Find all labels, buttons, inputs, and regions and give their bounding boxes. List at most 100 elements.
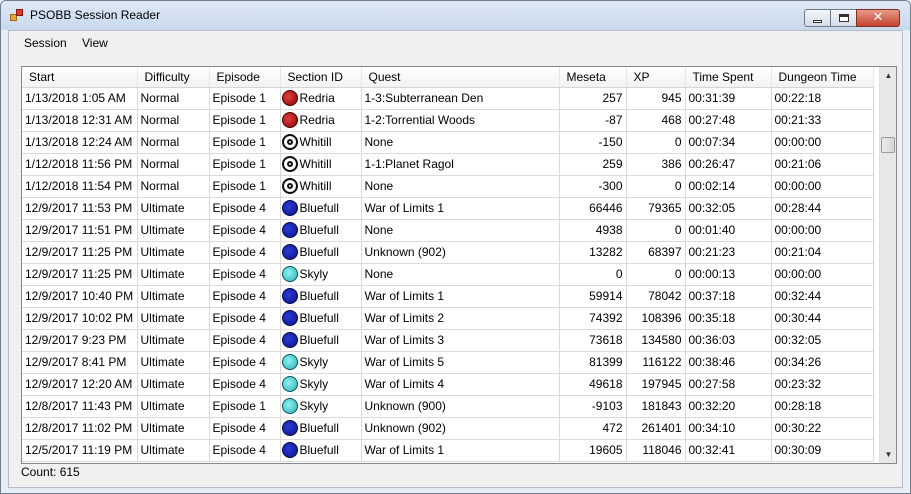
cell-meseta: 73618 (559, 329, 627, 352)
cell-xp: 118046 (626, 439, 686, 462)
section-id-icon (281, 288, 298, 304)
cell-section-id: Redria (280, 109, 362, 132)
section-id-label: Whitill (299, 157, 332, 171)
cell-dungeon-time: 00:32:44 (771, 285, 874, 308)
column-header-start[interactable]: Start (22, 67, 138, 88)
cell-dungeon-time: 00:34:26 (771, 351, 874, 374)
cell-quest: War of Limits 4 (361, 373, 560, 396)
app-icon[interactable] (10, 9, 24, 23)
cell-quest: War of Limits 5 (361, 351, 560, 374)
cell-section-id: Skyly (280, 263, 362, 286)
table-row[interactable]: 1/13/2018 12:24 AM Normal Episode 1 Whitill… (22, 131, 874, 154)
cell-difficulty: Ultimate (137, 373, 210, 396)
section-id-label: Bluefull (299, 223, 339, 237)
cell-xp: 945 (626, 87, 686, 110)
cell-difficulty: Ultimate (137, 307, 210, 330)
table-row[interactable]: 12/9/2017 11:51 PM Ultimate Episode 4 Bluef… (22, 219, 874, 242)
cell-start: 12/9/2017 8:41 PM (22, 351, 138, 374)
scroll-down-icon[interactable]: ▼ (880, 446, 896, 463)
column-header-dungeon-time[interactable]: Dungeon Time (771, 67, 874, 88)
cell-start: 12/9/2017 11:53 PM (22, 197, 138, 220)
section-id-label: Skyly (299, 355, 329, 369)
cell-meseta: -87 (559, 109, 627, 132)
cell-meseta: 0 (559, 263, 627, 286)
cell-section-id: Whitill (280, 175, 362, 198)
table-row[interactable]: 12/9/2017 11:25 PM Ultimate Episode 4 Skyly… (22, 263, 874, 286)
column-header-meseta[interactable]: Meseta (559, 67, 627, 88)
table-row[interactable]: 12/5/2017 11:19 PM Ultimate Episode 4 Bluef… (22, 439, 874, 462)
cell-start: 12/5/2017 11:19 PM (22, 439, 138, 462)
table-row[interactable]: 12/9/2017 9:23 PM Ultimate Episode 4 Bluefu… (22, 329, 874, 352)
cell-quest: 1-1:Planet Ragol (361, 153, 560, 176)
cell-time-spent: 00:00:13 (685, 263, 772, 286)
column-header-quest[interactable]: Quest (361, 67, 560, 88)
scroll-thumb[interactable] (881, 137, 895, 153)
vertical-scrollbar[interactable]: ▲ ▼ (879, 67, 896, 463)
maximize-icon (838, 14, 849, 22)
minimize-button[interactable] (804, 9, 831, 27)
maximize-button[interactable] (830, 9, 857, 27)
section-id-icon (281, 310, 298, 326)
table-row[interactable]: 12/9/2017 12:20 AM Ultimate Episode 4 Skyly… (22, 373, 874, 396)
column-header-time-spent[interactable]: Time Spent (685, 67, 772, 88)
column-header-difficulty[interactable]: Difficulty (137, 67, 210, 88)
cell-episode: Episode 4 (209, 351, 281, 374)
table-row[interactable]: 12/9/2017 11:25 PM Ultimate Episode 4 Bluef… (22, 241, 874, 264)
title-bar[interactable]: PSOBB Session Reader ✕ (1, 1, 910, 30)
cell-start: 12/8/2017 11:43 PM (22, 395, 138, 418)
cell-quest: Unknown (900) (361, 395, 560, 418)
cell-start: 12/9/2017 10:02 PM (22, 307, 138, 330)
cell-dungeon-time: 00:30:22 (771, 417, 874, 440)
table-row[interactable]: 1/13/2018 12:31 AM Normal Episode 1 Redria 1… (22, 109, 874, 132)
cell-quest: None (361, 175, 560, 198)
cell-time-spent: 00:01:40 (685, 219, 772, 242)
cell-dungeon-time: 00:28:44 (771, 197, 874, 220)
section-id-label: Bluefull (299, 421, 339, 435)
cell-episode: Episode 4 (209, 439, 281, 462)
column-header-section-id[interactable]: Section ID (280, 67, 362, 88)
session-grid[interactable]: Start Difficulty Episode Section ID Quest Mes… (21, 66, 897, 464)
cell-dungeon-time: 00:00:00 (771, 131, 874, 154)
table-row[interactable]: 12/9/2017 10:02 PM Ultimate Episode 4 Bluef… (22, 307, 874, 330)
cell-start: 12/9/2017 12:20 AM (22, 373, 138, 396)
section-id-icon (281, 442, 298, 458)
table-row[interactable]: 1/12/2018 11:54 PM Normal Episode 1 Whitill… (22, 175, 874, 198)
table-row[interactable]: 1/12/2018 11:56 PM Normal Episode 1 Whitill… (22, 153, 874, 176)
cell-time-spent: 00:26:47 (685, 153, 772, 176)
menu-view[interactable]: View (82, 36, 108, 50)
cell-section-id: Redria (280, 87, 362, 110)
cell-start: 1/12/2018 11:54 PM (22, 175, 138, 198)
section-id-icon (281, 156, 298, 172)
menu-session[interactable]: Session (24, 36, 67, 50)
section-id-label: Bluefull (299, 333, 339, 347)
table-row[interactable]: 12/9/2017 10:40 PM Ultimate Episode 4 Bluef… (22, 285, 874, 308)
cell-section-id: Bluefull (280, 197, 362, 220)
cell-difficulty: Ultimate (137, 219, 210, 242)
cell-meseta: -9103 (559, 395, 627, 418)
column-header-xp[interactable]: XP (626, 67, 686, 88)
table-row[interactable]: 12/8/2017 11:43 PM Ultimate Episode 1 Skyly… (22, 395, 874, 418)
cell-dungeon-time: 00:00:00 (771, 175, 874, 198)
scroll-up-icon[interactable]: ▲ (880, 67, 896, 84)
table-row[interactable]: 12/9/2017 11:53 PM Ultimate Episode 4 Bluef… (22, 197, 874, 220)
column-header-episode[interactable]: Episode (209, 67, 281, 88)
cell-difficulty: Ultimate (137, 439, 210, 462)
window-controls: ✕ (804, 9, 900, 28)
cell-time-spent: 00:02:14 (685, 175, 772, 198)
cell-dungeon-time: 00:00:00 (771, 219, 874, 242)
cell-dungeon-time: 00:22:18 (771, 87, 874, 110)
table-row[interactable]: 12/9/2017 8:41 PM Ultimate Episode 4 Skyly W… (22, 351, 874, 374)
cell-dungeon-time: 00:23:32 (771, 373, 874, 396)
client-area: Session View Start Difficulty Episode Secti… (8, 30, 903, 488)
section-id-label: Skyly (299, 399, 329, 413)
cell-difficulty: Ultimate (137, 329, 210, 352)
cell-start: 12/9/2017 11:25 PM (22, 263, 138, 286)
cell-section-id: Bluefull (280, 439, 362, 462)
section-id-icon (281, 200, 298, 216)
close-button[interactable]: ✕ (856, 9, 900, 27)
table-row[interactable]: 1/13/2018 1:05 AM Normal Episode 1 Redria 1-… (22, 87, 874, 110)
table-row[interactable]: 12/8/2017 11:02 PM Ultimate Episode 4 Bluef… (22, 417, 874, 440)
cell-quest: Unknown (902) (361, 241, 560, 264)
cell-quest: 1-2:Torrential Woods (361, 109, 560, 132)
cell-episode: Episode 4 (209, 241, 281, 264)
